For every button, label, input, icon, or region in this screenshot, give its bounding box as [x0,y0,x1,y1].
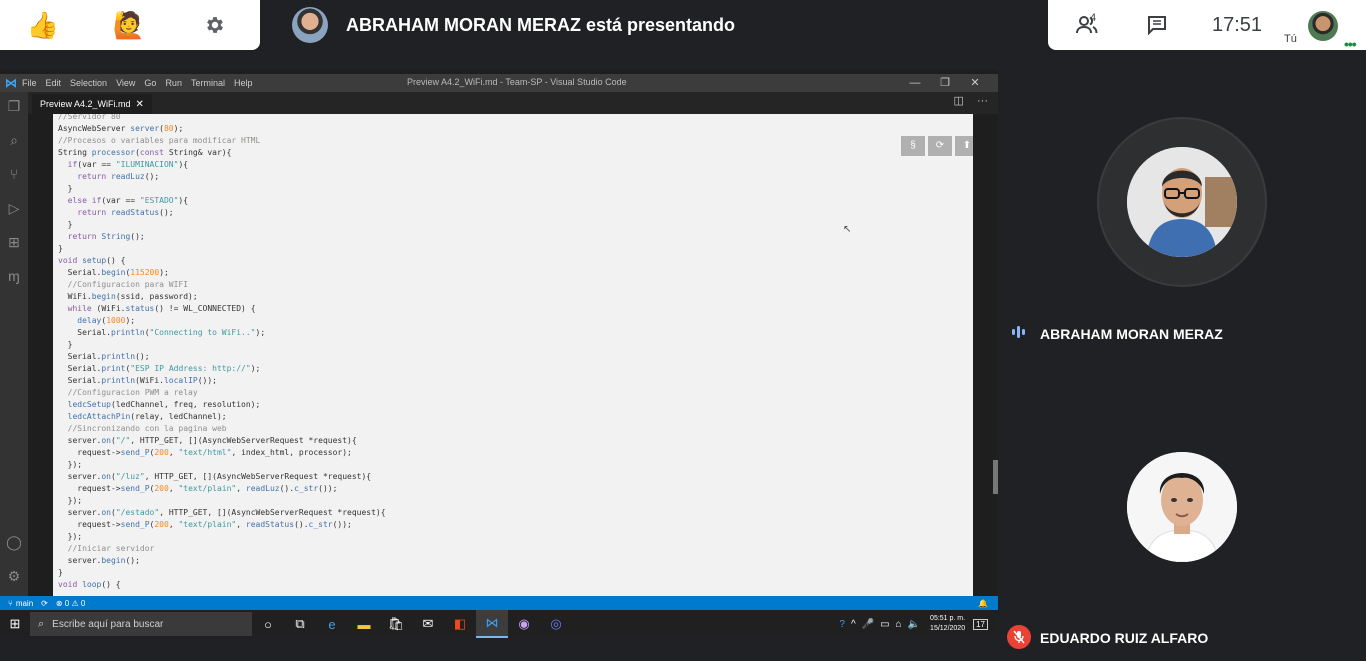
vscode-taskbar-icon[interactable]: ⋈ [476,610,508,638]
chevron-up-icon[interactable]: ^ [851,619,856,630]
microphone-icon[interactable]: 🎤 [862,619,874,630]
preview-refresh-button[interactable]: ⟳ [928,136,952,156]
vscode-window-title: Preview A4.2_WiFi.md - Team-SP - Visual … [407,77,627,87]
editor-scrollbar[interactable] [993,460,998,494]
menu-go[interactable]: Go [144,78,156,88]
more-actions-icon[interactable]: ··· [977,95,988,107]
presenter-banner: ABRAHAM MORAN MERAZ está presentando [292,6,735,44]
menu-edit[interactable]: Edit [46,78,62,88]
menu-help[interactable]: Help [234,78,253,88]
mouse-cursor-icon: ↖ [843,224,852,235]
taskbar-clock[interactable]: 05:51 p. m. 15/12/2020 [930,614,965,634]
manage-gear-icon[interactable]: ⚙ [5,567,23,585]
editor-tab-bar: Preview A4.2_WiFi.md ✕ ◫ ··· [28,92,998,114]
window-controls: — ❐ ✕ [900,74,990,92]
people-count-badge: 4 [1090,12,1097,24]
windows-start-icon[interactable]: ⊞ [0,616,30,632]
speaking-indicator-icon [1012,326,1025,338]
help-icon[interactable]: ? [839,619,845,630]
office-icon[interactable]: ◧ [444,610,476,638]
search-icon[interactable]: ⌕ [5,131,23,149]
run-debug-icon[interactable]: ▷ [5,199,23,217]
vscode-menu: File Edit Selection View Go Run Terminal… [22,78,261,88]
activity-bar: ❐ ⌕ ⑂ ▷ ⊞ ɱ ◯ ⚙ [0,92,28,596]
file-explorer-icon[interactable]: ▬ [348,610,380,638]
menu-selection[interactable]: Selection [70,78,107,88]
cortana-icon[interactable]: ○ [252,610,284,638]
battery-icon[interactable]: ▭ [880,619,889,630]
preview-section-button[interactable]: § [901,136,925,156]
volume-icon[interactable]: 🔈 [908,619,920,630]
vscode-status-bar: ⑂ main ⟳ ⊗ 0 ⚠ 0 🔔 [0,596,998,610]
gear-icon[interactable] [172,0,258,50]
explorer-icon[interactable]: ❐ [5,97,23,115]
more-options-icon[interactable]: ••• [1344,36,1357,52]
taskbar-date: 15/12/2020 [930,625,966,632]
tab-preview-label: Preview A4.2_WiFi.md [40,99,131,109]
thumbs-up-icon[interactable]: 👍 [0,0,86,50]
taskbar-search-box[interactable]: ⌕ Escribe aquí para buscar [30,612,252,636]
participant-avatar-abraham[interactable] [1127,147,1237,257]
minimize-icon[interactable]: — [900,74,930,92]
tab-close-icon[interactable]: ✕ [136,99,144,110]
extensions-icon[interactable]: ⊞ [5,233,23,251]
menu-view[interactable]: View [116,78,135,88]
status-problems[interactable]: ⊗ 0 ⚠ 0 [56,599,85,608]
account-icon[interactable]: ◯ [5,533,23,551]
source-control-icon[interactable]: ⑂ [5,165,23,183]
code-block: //Servidor 80 AsyncWebServer server(80);… [58,114,386,589]
presenter-text: ABRAHAM MORAN MERAZ está presentando [346,14,736,35]
sync-icon[interactable]: ⟳ [41,599,48,608]
menu-run[interactable]: Run [165,78,182,88]
search-icon: ⌕ [38,617,45,630]
system-tray: ? ^ 🎤 ▭ ⌂ 🔈 05:51 p. m. 15/12/2020 17 [833,610,988,638]
markdown-preview: //Servidor 80 AsyncWebServer server(80);… [53,114,973,596]
participant-name-abraham: ABRAHAM MORAN MERAZ [1040,326,1223,342]
edge-icon[interactable]: e [316,610,348,638]
restore-icon[interactable]: ❐ [930,74,960,92]
presenter-avatar [292,7,328,43]
self-avatar[interactable] [1308,11,1338,41]
tab-preview[interactable]: Preview A4.2_WiFi.md ✕ [32,94,152,114]
split-editor-icon[interactable]: ◫ [954,95,964,107]
network-icon[interactable]: ⌂ [896,619,902,630]
presented-screen: ⋈ File Edit Selection View Go Run Termin… [0,70,998,638]
remote-icon[interactable]: ɱ [5,267,23,285]
taskbar-search-placeholder: Escribe aquí para buscar [52,618,164,630]
participant-avatar-eduardo[interactable] [1127,452,1237,562]
action-center-icon[interactable]: 17 [973,618,988,630]
reaction-toolbar: 👍 🙋 [0,0,260,50]
github-icon[interactable]: ◉ [508,610,540,638]
editor-left-margin [28,114,53,596]
people-icon[interactable] [1062,0,1112,50]
status-branch[interactable]: main [16,599,33,608]
branch-icon: ⑂ [8,598,13,608]
task-view-icon[interactable]: ⧉ [284,610,316,638]
menu-file[interactable]: File [22,78,37,88]
editor-actions: ◫ ··· [944,94,988,107]
messenger-icon[interactable]: ◎ [540,610,572,638]
mic-off-icon [1007,625,1031,649]
preview-toolbar: § ⟳ ⬆ [901,136,973,156]
menu-terminal[interactable]: Terminal [191,78,225,88]
meeting-clock: 17:51 [1211,13,1263,36]
close-icon[interactable]: ✕ [960,74,990,92]
mail-icon[interactable]: ✉ [412,610,444,638]
raise-hand-icon[interactable]: 🙋 [86,0,172,50]
you-label: Tú [1284,33,1297,45]
vscode-logo-icon: ⋈ [5,76,17,90]
vscode-titlebar: ⋈ File Edit Selection View Go Run Termin… [0,74,998,92]
chat-icon[interactable] [1134,0,1180,50]
participant-name-eduardo: EDUARDO RUIZ ALFARO [1040,630,1209,646]
editor-right-gutter [973,114,998,596]
taskbar-time: 05:51 p. m. [930,615,966,622]
meet-top-bar: 👍 🙋 ABRAHAM MORAN MERAZ está presentando… [0,0,1366,52]
notifications-bell-icon[interactable]: 🔔 [978,599,988,608]
store-icon[interactable]: 🛍 [380,610,412,638]
windows-taskbar: ⊞ ⌕ Escribe aquí para buscar ○ ⧉ e ▬ 🛍 ✉… [0,610,998,638]
preview-top-button[interactable]: ⬆ [955,136,973,156]
